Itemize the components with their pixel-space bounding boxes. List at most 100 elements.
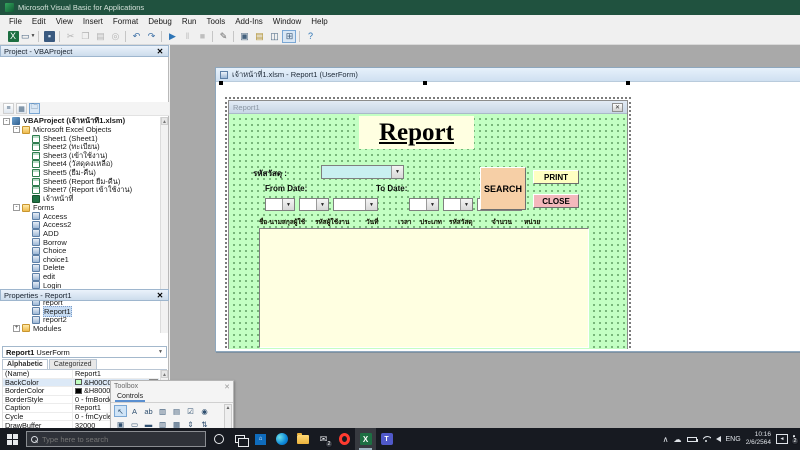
expand-icon[interactable]: + xyxy=(13,325,20,332)
selection-handle[interactable] xyxy=(219,81,223,85)
tree-item-access[interactable]: Access xyxy=(0,212,161,221)
close-icon[interactable]: ✕ xyxy=(155,291,165,300)
toolbox-icon[interactable]: ⊞ xyxy=(282,30,296,43)
onedrive-cloud-icon[interactable]: ☁ xyxy=(674,435,682,444)
to-day-combobox[interactable]: ▼ xyxy=(409,198,439,211)
close-icon[interactable]: ✕ xyxy=(224,383,230,391)
from-month-combobox[interactable]: ▼ xyxy=(299,198,329,211)
chevron-down-icon[interactable]: ▼ xyxy=(31,34,36,39)
toggle-folders-icon[interactable]: 🗀 xyxy=(29,103,40,114)
result-listbox[interactable] xyxy=(259,228,589,348)
tree-item-report1[interactable]: Report1 xyxy=(0,307,161,316)
help-icon[interactable]: ? xyxy=(303,30,317,43)
designer-child-titlebar[interactable]: เจ้าหน้าที่1.xlsm - Report1 (UserForm) xyxy=(216,68,800,82)
design-mode-icon[interactable]: ✎ xyxy=(216,30,230,43)
chevron-down-icon[interactable]: ▼ xyxy=(460,199,472,210)
tree-item-borrow[interactable]: Borrow xyxy=(0,238,161,247)
copy-icon[interactable]: ❐ xyxy=(78,30,92,43)
toolbox-titlebar[interactable]: Toolbox ✕ xyxy=(111,381,233,392)
label-icon[interactable]: A xyxy=(128,405,141,417)
chevron-down-icon[interactable]: ▼ xyxy=(426,199,438,210)
file-explorer-button[interactable] xyxy=(292,428,313,450)
network-icon[interactable] xyxy=(702,436,711,443)
to-date-label[interactable]: To Date: xyxy=(376,184,407,193)
task-view-button[interactable] xyxy=(229,428,250,450)
from-day-combobox[interactable]: ▼ xyxy=(265,198,295,211)
volume-icon[interactable] xyxy=(716,436,721,442)
menu-item-insert[interactable]: Insert xyxy=(78,16,108,27)
tab-alphabetic[interactable]: Alphabetic xyxy=(2,359,48,369)
save-icon[interactable]: ▪ xyxy=(42,30,56,43)
designer-child-window[interactable]: เจ้าหน้าที่1.xlsm - Report1 (UserForm) R… xyxy=(215,67,800,352)
ime-keyboard-icon[interactable]: ◄ xyxy=(776,434,788,444)
menu-item-debug[interactable]: Debug xyxy=(143,16,177,27)
menu-item-view[interactable]: View xyxy=(51,16,78,27)
menu-item-addins[interactable]: Add-Ins xyxy=(230,16,268,27)
material-code-combobox[interactable]: ▼ xyxy=(321,165,404,179)
run-icon[interactable]: ▶ xyxy=(165,30,179,43)
print-button[interactable]: PRINT xyxy=(533,170,579,184)
chevron-down-icon[interactable]: ▼ xyxy=(282,199,294,210)
project-explorer-icon[interactable]: ▣ xyxy=(237,30,251,43)
find-icon[interactable]: ◎ xyxy=(108,30,122,43)
insert-userform-icon[interactable]: ▭▼ xyxy=(21,30,35,43)
collapse-icon[interactable]: - xyxy=(3,118,10,125)
tree-item-choice1[interactable]: choice1 xyxy=(0,255,161,264)
userform-design-window[interactable]: Report1 ✕ Report รหัสวัสดุ : ▼ From Date… xyxy=(228,100,628,349)
menu-item-format[interactable]: Format xyxy=(108,16,143,27)
userform-titlebar[interactable]: Report1 ✕ xyxy=(229,101,627,114)
teams-button[interactable]: T xyxy=(376,428,397,450)
menu-item-run[interactable]: Run xyxy=(177,16,202,27)
battery-icon[interactable] xyxy=(687,437,697,442)
menu-item-tools[interactable]: Tools xyxy=(202,16,231,27)
properties-window-icon[interactable]: ▤ xyxy=(252,30,266,43)
selection-handle[interactable] xyxy=(626,81,630,85)
toolbox-controls-tab[interactable]: Controls xyxy=(111,392,233,403)
menu-item-window[interactable]: Window xyxy=(268,16,306,27)
tree-item-choice[interactable]: Choice xyxy=(0,246,161,255)
chevron-down-icon[interactable]: ▼ xyxy=(365,199,377,210)
userform-close-icon[interactable]: ✕ xyxy=(612,103,623,112)
combobox-icon[interactable]: ▥ xyxy=(156,405,169,417)
view-object-icon[interactable]: ▦ xyxy=(16,103,27,114)
to-month-combobox[interactable]: ▼ xyxy=(443,198,473,211)
tab-categorized[interactable]: Categorized xyxy=(49,359,97,369)
checkbox-icon[interactable]: ☑ xyxy=(184,405,197,417)
tree-item-modules[interactable]: +Modules xyxy=(0,324,161,333)
taskbar-clock[interactable]: 10:16 2/6/2564 xyxy=(746,431,771,447)
tree-item-microsoft-excel-objects[interactable]: -Microsoft Excel Objects xyxy=(0,126,161,135)
start-button[interactable] xyxy=(0,428,25,450)
tree-item-delete[interactable]: Delete xyxy=(0,264,161,273)
listbox-icon[interactable]: ▤ xyxy=(170,405,183,417)
from-date-label[interactable]: From Date: xyxy=(265,184,307,193)
selection-handle[interactable] xyxy=(423,81,427,85)
select-pointer-icon[interactable]: ↖ xyxy=(114,405,127,417)
close-button[interactable]: CLOSE xyxy=(533,194,579,208)
close-icon[interactable]: ✕ xyxy=(155,47,165,56)
tree-item-add[interactable]: ADD xyxy=(0,229,161,238)
textbox-icon[interactable]: ab xyxy=(142,405,155,417)
collapse-icon[interactable]: - xyxy=(13,204,20,211)
break-icon[interactable]: ‖ xyxy=(180,30,194,43)
cut-icon[interactable]: ✂ xyxy=(63,30,77,43)
paste-icon[interactable]: ▤ xyxy=(93,30,107,43)
hidden-icons-chevron-icon[interactable]: ∧ xyxy=(663,435,669,444)
userform-canvas[interactable]: Report รหัสวัสดุ : ▼ From Date: To Date:… xyxy=(229,114,627,349)
opera-button[interactable] xyxy=(334,428,355,450)
reset-icon[interactable]: ■ xyxy=(195,30,209,43)
tree-item-forms[interactable]: -Forms xyxy=(0,203,161,212)
edge-button[interactable] xyxy=(271,428,292,450)
search-button[interactable]: SEARCH xyxy=(480,167,526,210)
redo-icon[interactable]: ↷ xyxy=(144,30,158,43)
tree-item-access2[interactable]: Access2 xyxy=(0,221,161,230)
excel-button[interactable]: X xyxy=(355,428,376,450)
optionbutton-icon[interactable]: ◉ xyxy=(198,405,211,417)
store-button[interactable]: ⌂ xyxy=(250,428,271,450)
notification-center-button[interactable]: 2 xyxy=(793,436,795,443)
language-indicator[interactable]: ENG xyxy=(726,436,741,443)
object-browser-icon[interactable]: ◫ xyxy=(267,30,281,43)
report-title-label[interactable]: Report xyxy=(359,116,474,149)
chevron-down-icon[interactable]: ▼ xyxy=(391,166,403,178)
menu-item-file[interactable]: File xyxy=(4,16,27,27)
properties-object-dropdown[interactable]: Report1 UserForm ▼ xyxy=(2,346,167,358)
